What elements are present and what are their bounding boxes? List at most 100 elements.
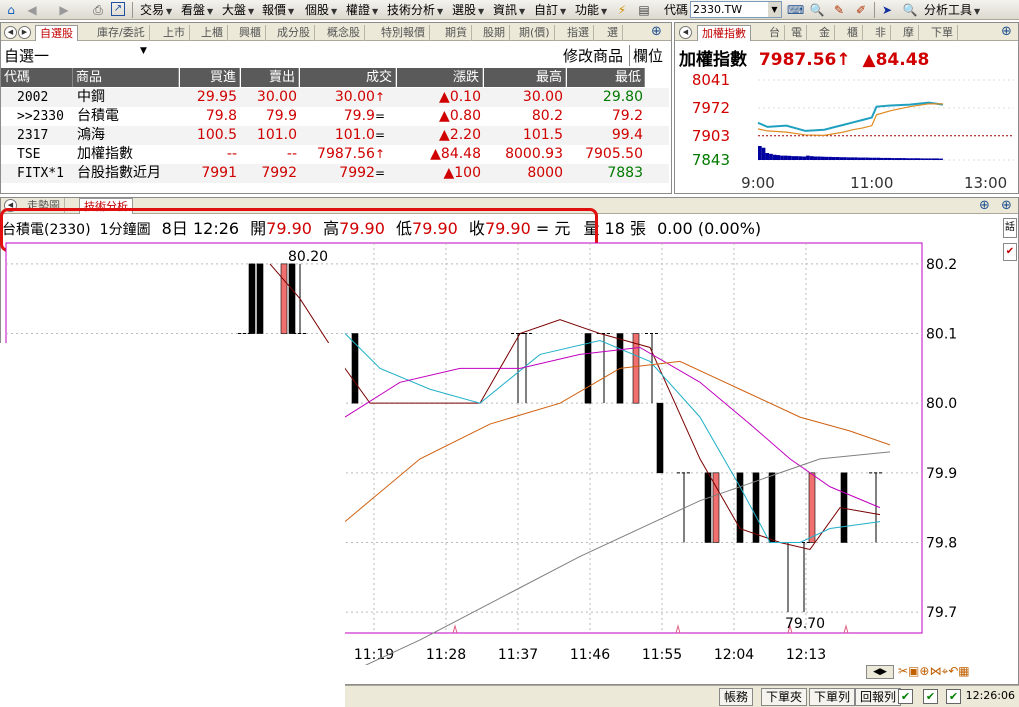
- forward-icon[interactable]: ▶: [56, 2, 72, 18]
- home-icon[interactable]: ⌂: [3, 2, 19, 18]
- column-header-5[interactable]: 漲跌: [397, 68, 483, 87]
- tab-quote-2[interactable]: 上市: [159, 25, 190, 41]
- tab-quote-0[interactable]: 自選股: [35, 25, 78, 41]
- columns-button[interactable]: 欄位: [629, 45, 663, 66]
- tab-index-5[interactable]: 非: [871, 25, 891, 41]
- tab-prev-icon[interactable]: ◀: [679, 26, 692, 39]
- tab-index-2[interactable]: 電: [787, 25, 807, 41]
- index-volume-bar: [868, 157, 873, 160]
- zoom-icon[interactable]: ⊕: [1001, 198, 1012, 213]
- check-icon[interactable]: ✔: [923, 689, 938, 704]
- menu-8[interactable]: 資訊 ▼: [493, 0, 525, 20]
- tab-next-icon[interactable]: ▶: [18, 26, 31, 39]
- index-volume-bar: [780, 155, 784, 160]
- tab-prev-icon[interactable]: ◀: [4, 26, 17, 39]
- modify-products-button[interactable]: 修改商品: [563, 45, 623, 66]
- menu-10[interactable]: 功能 ▼: [575, 0, 607, 20]
- table-row[interactable]: FITX*1 台股指數近月 7991 7992 7992= ▲100 8000 7883: [1, 164, 669, 183]
- tab-index-1[interactable]: 台: [765, 25, 785, 41]
- zoom-icon[interactable]: ⊕: [651, 24, 662, 39]
- menu-0[interactable]: 交易 ▼: [140, 0, 172, 20]
- tab-quote-11[interactable]: 指選: [563, 25, 594, 41]
- tab-index-7[interactable]: 下單: [927, 25, 958, 41]
- column-header-0[interactable]: 代碼: [1, 68, 73, 87]
- chevron-down-icon: ▼: [248, 7, 255, 16]
- check-icon[interactable]: ✔: [898, 689, 913, 704]
- table-row[interactable]: 2002 中鋼 29.95 30.00 30.00↑ ▲0.10 30.00 29.80: [1, 88, 669, 107]
- search-icon[interactable]: 🔍: [809, 2, 825, 18]
- kchart-x-tick: 12:13: [786, 647, 826, 663]
- menu-2[interactable]: 大盤 ▼: [222, 0, 254, 20]
- cursor-icon[interactable]: ➤: [879, 2, 895, 18]
- menu-4[interactable]: 個股 ▼: [305, 0, 337, 20]
- tab-index-3[interactable]: 金: [815, 25, 835, 41]
- zoom-icon[interactable]: ⊕: [979, 198, 990, 213]
- tab-quote-4[interactable]: 興櫃: [235, 25, 266, 41]
- scroll-arrows[interactable]: ◀▶: [866, 665, 894, 679]
- tab-quote-12[interactable]: 選: [603, 25, 623, 41]
- chart-tool-icons[interactable]: ✂▣⊕⋈⌖↶▦: [898, 664, 970, 679]
- tab-quote-7[interactable]: 特別報價: [377, 25, 430, 41]
- status-button-3[interactable]: 回報列: [855, 688, 902, 706]
- tab-quote-9[interactable]: 股期: [479, 25, 510, 41]
- row-last: 7987.56↑: [291, 145, 385, 164]
- column-header-6[interactable]: 最高: [484, 68, 566, 87]
- notepad-icon[interactable]: ▤: [636, 2, 652, 18]
- status-button-0[interactable]: 帳務: [719, 688, 754, 706]
- zoom-icon[interactable]: ⊕: [1001, 24, 1012, 39]
- row-high: 8000: [527, 165, 563, 181]
- check-icon[interactable]: ✔: [946, 689, 961, 704]
- column-header-1[interactable]: 商品: [73, 68, 179, 87]
- index-volume-bar: [846, 157, 851, 160]
- printer-icon[interactable]: ⎙: [90, 2, 106, 18]
- side-panel-toggle[interactable]: 話: [1003, 218, 1017, 238]
- menu-5[interactable]: 權證 ▼: [346, 0, 378, 20]
- keyboard-icon[interactable]: ⌨: [787, 2, 804, 18]
- kchart-x-tick: 11:28: [426, 647, 466, 663]
- chevron-down-icon[interactable]: ▼: [140, 46, 147, 56]
- index-volume-bar: [876, 157, 881, 160]
- table-row[interactable]: 2317 鴻海 100.5 101.0 101.0= ▲2.20 101.5 99.4: [1, 126, 669, 145]
- index-x-tick: 11:00: [850, 174, 893, 192]
- menu-1[interactable]: 看盤 ▼: [181, 0, 213, 20]
- magnifier-icon[interactable]: 🔍: [902, 2, 918, 18]
- tab-quote-8[interactable]: 期貨: [441, 25, 472, 41]
- index-volume-bar: [931, 158, 936, 160]
- status-button-2[interactable]: 下單列: [809, 688, 856, 706]
- column-header-4[interactable]: 成交: [300, 68, 396, 87]
- menu-label: 技術分析: [387, 3, 436, 17]
- tab-quote-5[interactable]: 成分股: [273, 25, 315, 41]
- column-header-3[interactable]: 賣出: [241, 68, 299, 87]
- menu-label: 功能: [575, 3, 600, 17]
- lightning-icon[interactable]: ⚡: [614, 2, 630, 18]
- side-panel-check-icon[interactable]: ✔: [1003, 243, 1017, 261]
- tab-quote-3[interactable]: 上櫃: [197, 25, 228, 41]
- tools-icon[interactable]: ✎: [831, 2, 847, 18]
- code-input[interactable]: 2330.TW ▼: [690, 1, 782, 18]
- tab-index-4[interactable]: 櫃: [843, 25, 863, 41]
- tab-quote-6[interactable]: 概念股: [323, 25, 365, 41]
- settings-icon[interactable]: ✐: [853, 2, 869, 18]
- menu-3[interactable]: 報價 ▼: [262, 0, 294, 20]
- analysis-tools-menu[interactable]: 分析工具 ▼: [924, 0, 980, 20]
- back-icon[interactable]: ◀: [24, 2, 40, 18]
- watchlist-group-select[interactable]: 自選一: [4, 45, 49, 66]
- table-row[interactable]: >>2330 台積電 79.8 79.9 79.9= ▲0.80 80.2 79.2: [1, 107, 669, 126]
- column-header-7[interactable]: 最低: [567, 68, 645, 87]
- table-row[interactable]: TSE 加權指數 -- -- 7987.56↑ ▲84.48 8000.93 7905.50: [1, 145, 669, 164]
- tab-index-6[interactable]: 摩: [899, 25, 919, 41]
- tab-index-0[interactable]: 加權指數: [697, 25, 751, 41]
- column-header-2[interactable]: 買進: [180, 68, 240, 87]
- menu-9[interactable]: 自訂 ▼: [534, 0, 566, 20]
- status-button-1[interactable]: 下單夾: [761, 688, 808, 706]
- equal-mark: =: [374, 109, 385, 123]
- tab-quote-10[interactable]: 期(價): [515, 25, 555, 41]
- menu-7[interactable]: 選股 ▼: [452, 0, 484, 20]
- menu-6[interactable]: 技術分析 ▼: [387, 0, 443, 20]
- row-change: ▲0.10: [439, 89, 481, 105]
- tab-quote-1[interactable]: 庫存/委託: [93, 25, 150, 41]
- chevron-down-icon[interactable]: ▼: [768, 2, 781, 17]
- new-window-icon[interactable]: ↗: [111, 2, 125, 16]
- row-last: 79.9=: [291, 107, 385, 126]
- index-volume-bar: [835, 157, 840, 160]
